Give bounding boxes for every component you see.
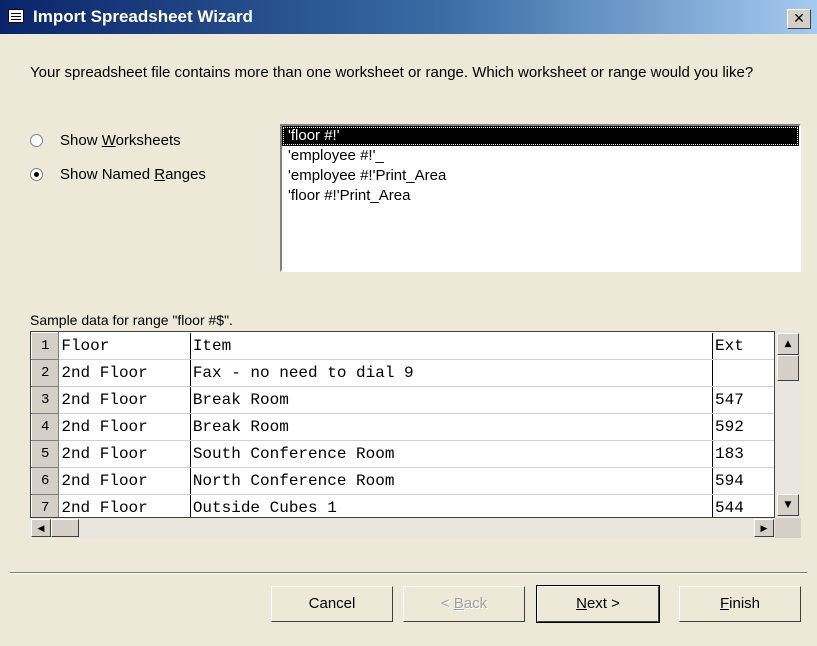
table-row: 5 2nd Floor South Conference Room 183 xyxy=(31,439,774,468)
radio-label: Show Worksheets xyxy=(60,132,181,149)
horizontal-scrollbar[interactable]: ◀ ▶ xyxy=(30,518,775,538)
table-cell: North Conference Room xyxy=(190,467,714,495)
table-cell: Break Room xyxy=(190,413,714,441)
row-number: 4 xyxy=(31,412,60,441)
radio-button-icon[interactable] xyxy=(30,134,43,147)
prompt-text: Your spreadsheet file contains more than… xyxy=(30,64,754,81)
form-icon xyxy=(8,9,24,23)
range-list-item[interactable]: 'floor #!'Print_Area xyxy=(282,186,799,206)
table-row: 3 2nd Floor Break Room 547 xyxy=(31,385,774,414)
row-number: 2 xyxy=(31,358,60,387)
table-cell xyxy=(712,359,774,387)
table-cell: Ext xyxy=(712,332,774,360)
table-cell: Fax - no need to dial 9 xyxy=(190,359,714,387)
finish-button[interactable]: Finish xyxy=(679,586,801,622)
table-row: 7 2nd Floor Outside Cubes 1 544 xyxy=(31,493,774,517)
row-number: 1 xyxy=(31,332,60,360)
table-cell: Floor xyxy=(58,332,191,360)
table-row: 6 2nd Floor North Conference Room 594 xyxy=(31,466,774,495)
row-number: 7 xyxy=(31,493,60,517)
range-list-item[interactable]: 'employee #!'_ xyxy=(282,146,799,166)
scroll-thumb[interactable] xyxy=(777,355,799,381)
data-table: 1 Floor Item Ext 2 2nd Floor Fax - no need to … xyxy=(31,332,774,517)
row-number: 6 xyxy=(31,466,60,495)
table-cell: 547 xyxy=(712,386,774,414)
table-cell: 2nd Floor xyxy=(58,494,191,517)
sample-data-grid[interactable]: 1 Floor Item Ext 2 2nd Floor Fax - no need to … xyxy=(30,331,775,518)
table-cell: 592 xyxy=(712,413,774,441)
table-row: 2 2nd Floor Fax - no need to dial 9 xyxy=(31,358,774,387)
table-cell: 2nd Floor xyxy=(58,386,191,414)
vertical-scrollbar[interactable]: ▲ ▼ xyxy=(775,331,801,518)
scroll-up-icon[interactable]: ▲ xyxy=(777,333,799,355)
table-cell: South Conference Room xyxy=(190,440,714,468)
row-number: 3 xyxy=(31,385,60,414)
close-button[interactable]: ✕ xyxy=(787,9,811,29)
scroll-left-icon[interactable]: ◀ xyxy=(31,519,51,537)
table-cell: 2nd Floor xyxy=(58,359,191,387)
cancel-button[interactable]: Cancel xyxy=(271,586,393,622)
table-cell: 2nd Floor xyxy=(58,440,191,468)
row-number: 5 xyxy=(31,439,60,468)
next-button[interactable]: Next > xyxy=(536,585,660,623)
range-listbox[interactable]: 'floor #!''employee #!'_'employee #!'Pri… xyxy=(280,124,801,272)
scroll-down-icon[interactable]: ▼ xyxy=(777,494,799,516)
table-cell: 2nd Floor xyxy=(58,413,191,441)
table-cell: 2nd Floor xyxy=(58,467,191,495)
range-list-item[interactable]: 'employee #!'Print_Area xyxy=(282,166,799,186)
table-cell: 183 xyxy=(712,440,774,468)
table-cell: Outside Cubes 1 xyxy=(190,494,714,517)
table-row: 1 Floor Item Ext xyxy=(31,332,774,360)
table-cell: Item xyxy=(190,332,714,360)
sample-data-label: Sample data for range "floor #$". xyxy=(30,312,233,328)
title-bar: Import Spreadsheet Wizard ✕ xyxy=(0,0,817,34)
table-cell: 544 xyxy=(712,494,774,517)
range-list-item[interactable]: 'floor #!' xyxy=(282,126,799,146)
scroll-thumb[interactable] xyxy=(51,519,79,537)
window-title: Import Spreadsheet Wizard xyxy=(33,7,253,26)
scrollbar-corner xyxy=(775,518,801,538)
table-row: 4 2nd Floor Break Room 592 xyxy=(31,412,774,441)
radio-label: Show Named Ranges xyxy=(60,166,206,183)
radio-button-icon[interactable] xyxy=(30,168,43,181)
table-cell: 594 xyxy=(712,467,774,495)
back-button[interactable]: < Back xyxy=(403,586,525,622)
table-cell: Break Room xyxy=(190,386,714,414)
divider xyxy=(10,572,807,574)
scroll-right-icon[interactable]: ▶ xyxy=(754,519,774,537)
